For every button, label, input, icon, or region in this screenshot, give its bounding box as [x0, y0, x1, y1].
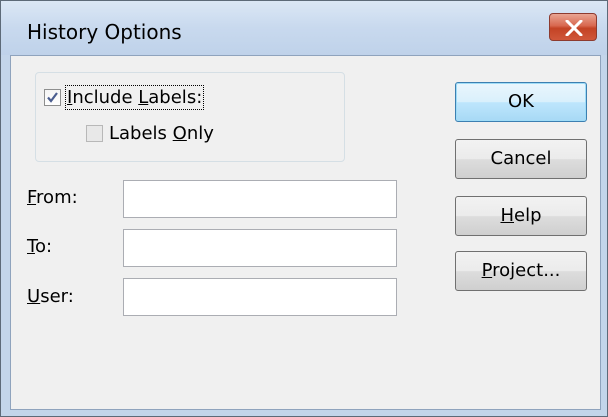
include-labels-checkbox[interactable] — [44, 89, 61, 106]
cancel-button[interactable]: Cancel — [455, 139, 587, 179]
dialog-client-area: Include Labels: Labels Only From: To: Us… — [10, 55, 601, 410]
help-button-text: elp — [514, 205, 542, 226]
include-labels-text-2: abels: — [148, 87, 203, 108]
title-bar[interactable]: History Options — [1, 1, 607, 55]
user-label-text: ser: — [40, 286, 74, 307]
labels-only-label[interactable]: Labels Only — [109, 123, 214, 144]
labels-only-text-2: nly — [186, 123, 214, 144]
from-label: From: — [27, 187, 78, 208]
user-input[interactable] — [123, 278, 397, 316]
to-input[interactable] — [123, 229, 397, 267]
from-label-text: rom: — [36, 187, 78, 208]
help-access-key: H — [500, 205, 515, 226]
labels-groupbox: Include Labels: Labels Only — [35, 72, 345, 162]
include-labels-access-key-2: L — [138, 87, 149, 108]
from-access-key: F — [27, 187, 37, 208]
dialog-title: History Options — [27, 20, 182, 44]
labels-only-access-key: O — [172, 123, 187, 144]
labels-only-checkbox[interactable] — [86, 125, 103, 142]
labels-only-row[interactable]: Labels Only — [86, 123, 214, 144]
close-button[interactable] — [549, 13, 597, 41]
to-label: To: — [27, 236, 52, 257]
labels-only-text-1: Labels — [109, 123, 173, 144]
user-label: User: — [27, 286, 74, 307]
help-button[interactable]: Help — [455, 196, 587, 236]
checkmark-icon — [47, 92, 58, 103]
close-icon — [565, 20, 583, 36]
project-button[interactable]: Project... — [455, 251, 587, 291]
include-labels-row[interactable]: Include Labels: — [44, 85, 205, 110]
user-access-key: U — [27, 286, 41, 307]
include-labels-text-1: nclude — [72, 87, 139, 108]
history-options-dialog: History Options Include Labels: Labels O… — [0, 0, 608, 417]
include-labels-label[interactable]: Include Labels: — [64, 85, 205, 110]
project-access-key: P — [481, 260, 493, 281]
to-label-text: o: — [34, 236, 53, 257]
from-input[interactable] — [123, 180, 397, 218]
project-button-text: roject... — [492, 260, 561, 281]
ok-button[interactable]: OK — [455, 82, 587, 122]
to-access-key: T — [27, 236, 35, 257]
